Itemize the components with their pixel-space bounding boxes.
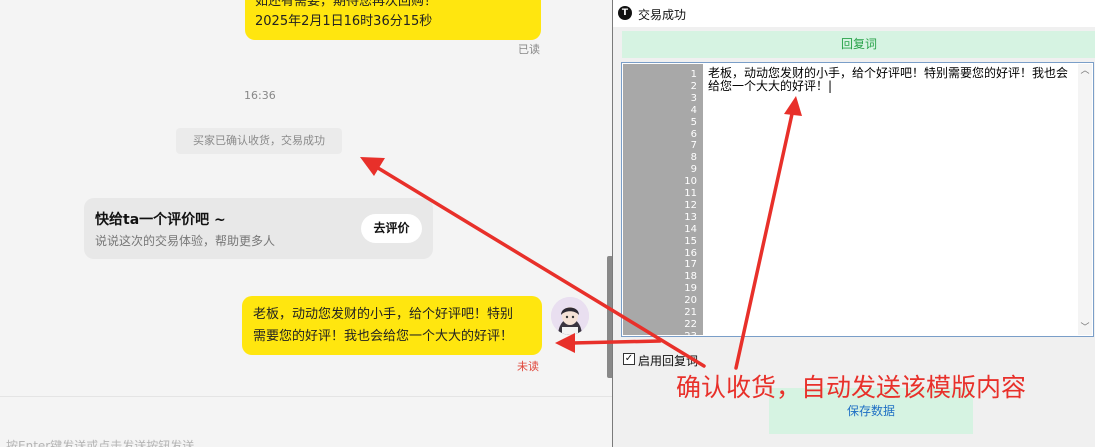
read-status: 已读 xyxy=(518,43,540,56)
line-number: 23 xyxy=(684,330,697,337)
annotation-caption: 确认收货，自动发送该模版内容 xyxy=(676,373,1027,402)
line-number: 13 xyxy=(684,211,697,223)
app-logo-icon: T xyxy=(618,6,632,20)
line-number: 21 xyxy=(684,307,697,318)
dialog-titlebar[interactable]: T 交易成功 xyxy=(613,0,1095,27)
line-number: 6 xyxy=(690,128,697,140)
line-number: 5 xyxy=(690,116,697,128)
line-number: 11 xyxy=(684,188,697,199)
previous-message-line1: 如还有需要，期待您再次回购！ xyxy=(255,0,438,9)
review-card: 快给ta一个评价吧 ~ 说说这次的交易体验，帮助更多人 去评价 xyxy=(84,198,433,259)
line-number: 20 xyxy=(684,295,697,307)
enable-reply-checkbox[interactable]: ✓ xyxy=(623,353,635,365)
line-number: 12 xyxy=(684,199,697,211)
line-number: 1 xyxy=(690,69,697,80)
scroll-up-arrow-icon[interactable]: ︿ xyxy=(1078,64,1092,78)
line-number: 22 xyxy=(684,318,697,330)
previous-message-line2: 2025年2月1日16时36分15秒 xyxy=(255,14,433,29)
avatar[interactable] xyxy=(551,297,589,335)
previous-message-bubble: 如还有需要，期待您再次回购！ 2025年2月1日16时36分15秒 xyxy=(245,0,541,40)
chat-window: 如还有需要，期待您再次回购！ 2025年2月1日16时36分15秒 已读 16:… xyxy=(0,0,612,447)
auto-reply-line1: 老板，动动您发财的小手，给个好评吧！特别 xyxy=(253,307,514,322)
line-number: 14 xyxy=(684,223,697,235)
line-number: 2 xyxy=(690,80,697,92)
input-hint[interactable]: 按Enter键发送或点击发送按钮发送 xyxy=(6,437,194,447)
reply-editor[interactable]: 1 2 3 4 5 6 7 8 9 10 11 12 13 14 15 16 1… xyxy=(621,62,1094,337)
line-number: 17 xyxy=(684,259,697,271)
reply-words-header: 回复词 xyxy=(622,31,1095,58)
check-mark-icon: ✓ xyxy=(624,353,634,364)
unread-status: 未读 xyxy=(517,360,539,373)
line-number: 7 xyxy=(690,140,697,152)
line-number: 4 xyxy=(690,104,697,116)
scroll-down-arrow-icon[interactable]: ﹀ xyxy=(1078,321,1092,335)
enable-reply-label[interactable]: 启用回复词 xyxy=(638,352,698,369)
editor-scrollbar[interactable]: ︿ ﹀ xyxy=(1078,64,1092,335)
avatar-icon xyxy=(551,297,589,335)
line-number: 18 xyxy=(684,271,697,283)
input-divider xyxy=(0,396,612,397)
line-number: 15 xyxy=(684,235,697,247)
review-card-title: 快给ta一个评价吧 ~ xyxy=(95,212,226,228)
line-number: 9 xyxy=(690,164,697,176)
review-card-subtitle: 说说这次的交易体验，帮助更多人 xyxy=(95,234,276,248)
reply-template-text[interactable]: 老板，动动您发财的小手，给个好评吧！特别需要您的好评！我也会给您一个大大的好评！… xyxy=(708,67,1078,93)
line-number-gutter: 1 2 3 4 5 6 7 8 9 10 11 12 13 14 15 16 1… xyxy=(623,64,703,337)
go-review-button[interactable]: 去评价 xyxy=(361,214,422,243)
line-number: 8 xyxy=(690,152,697,164)
line-number: 10 xyxy=(684,176,697,188)
line-number: 16 xyxy=(684,247,697,259)
auto-reply-line2: 需要您的好评！我也会给您一个大大的好评！ xyxy=(253,329,514,344)
line-number: 3 xyxy=(690,92,697,104)
dialog-title: 交易成功 xyxy=(638,8,687,22)
message-time: 16:36 xyxy=(244,89,276,102)
auto-reply-message-bubble: 老板，动动您发财的小手，给个好评吧！特别 需要您的好评！我也会给您一个大大的好评… xyxy=(242,296,542,355)
line-number: 19 xyxy=(684,283,697,295)
system-notice: 买家已确认收货，交易成功 xyxy=(176,128,342,154)
